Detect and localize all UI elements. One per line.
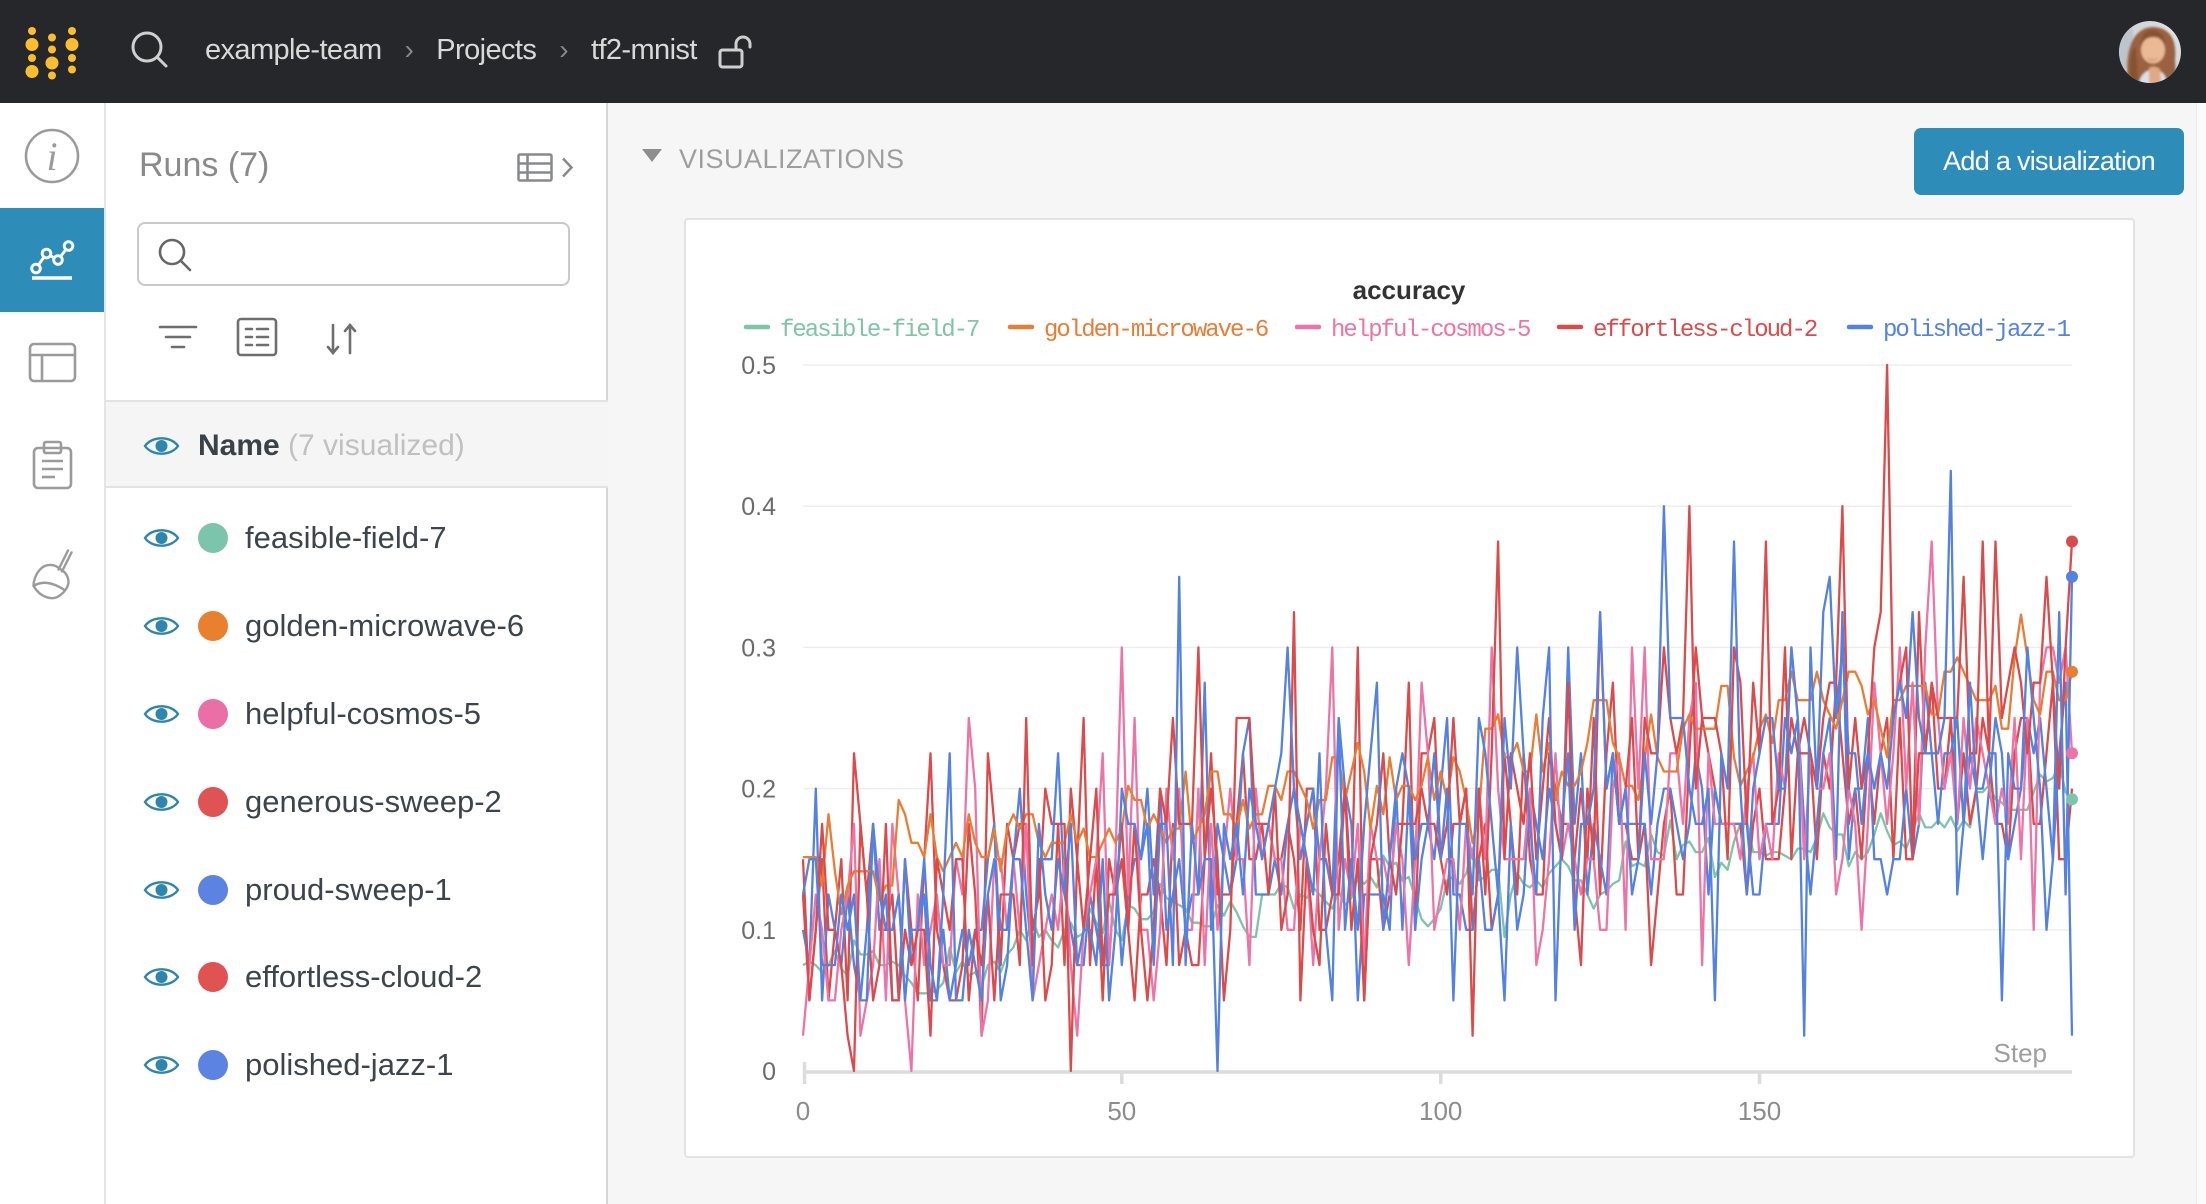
svg-text:i: i: [46, 134, 57, 179]
